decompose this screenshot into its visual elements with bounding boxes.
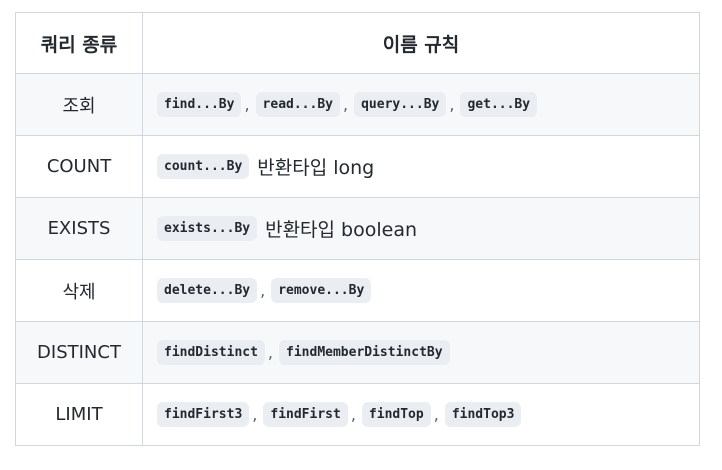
separator: , — [343, 95, 349, 114]
method-code: get...By — [460, 92, 538, 117]
query-type-cell: LIMIT — [15, 383, 143, 446]
separator: , — [244, 95, 250, 114]
query-type-cell: 삭제 — [15, 259, 143, 322]
naming-rule-cell: delete...By, remove...By — [142, 259, 700, 322]
table-row: EXISTS exists...By 반환타입 boolean — [15, 197, 700, 260]
separator: , — [433, 405, 439, 424]
table-row: DISTINCT findDistinct, findMemberDistinct… — [15, 321, 700, 384]
table-row: 조회 find...By, read...By, query...By, get...… — [15, 73, 700, 136]
query-type-cell: DISTINCT — [15, 321, 143, 384]
method-code: delete...By — [157, 278, 258, 303]
table-header-row: 쿼리 종류 이름 규칙 — [15, 12, 700, 74]
separator: , — [252, 405, 258, 424]
naming-rule-cell: findDistinct, findMemberDistinctBy — [142, 321, 700, 384]
naming-rule-cell: findFirst3, findFirst, findTop, findTop3 — [142, 383, 700, 446]
method-code: findFirst3 — [157, 402, 250, 427]
method-code: findTop — [361, 402, 431, 427]
method-code: findMemberDistinctBy — [279, 340, 450, 365]
method-code: read...By — [255, 92, 340, 117]
separator: , — [260, 281, 266, 300]
table-row: LIMIT findFirst3, findFirst, findTop, findT… — [15, 383, 700, 446]
method-code: exists...By — [157, 216, 258, 241]
naming-rule-cell: find...By, read...By, query...By, get...By — [142, 73, 700, 136]
query-naming-table: 쿼리 종류 이름 규칙 조회 find...By, read...By, query… — [15, 12, 700, 446]
query-type-cell: 조회 — [15, 73, 143, 136]
separator: , — [449, 95, 455, 114]
naming-rule-cell: exists...By 반환타입 boolean — [142, 197, 700, 260]
table-row: COUNT count...By 반환타입 long — [15, 135, 700, 198]
return-type-note: 반환타입 boolean — [265, 219, 418, 241]
header-naming-rule: 이름 규칙 — [142, 12, 700, 74]
table-row: 삭제 delete...By, remove...By — [15, 259, 700, 322]
method-code: remove...By — [271, 278, 372, 303]
query-type-cell: EXISTS — [15, 197, 143, 260]
method-code: findTop3 — [444, 402, 522, 427]
header-query-type: 쿼리 종류 — [15, 12, 143, 74]
return-type-note: 반환타입 long — [257, 157, 375, 179]
separator: , — [267, 343, 274, 362]
separator: , — [350, 405, 356, 424]
method-code: findDistinct — [157, 340, 265, 365]
method-code: query...By — [354, 92, 447, 117]
query-type-cell: COUNT — [15, 135, 143, 198]
method-code: find...By — [157, 92, 242, 117]
method-code: findFirst — [263, 402, 348, 427]
method-code: count...By — [157, 154, 250, 179]
naming-rule-cell: count...By 반환타입 long — [142, 135, 700, 198]
